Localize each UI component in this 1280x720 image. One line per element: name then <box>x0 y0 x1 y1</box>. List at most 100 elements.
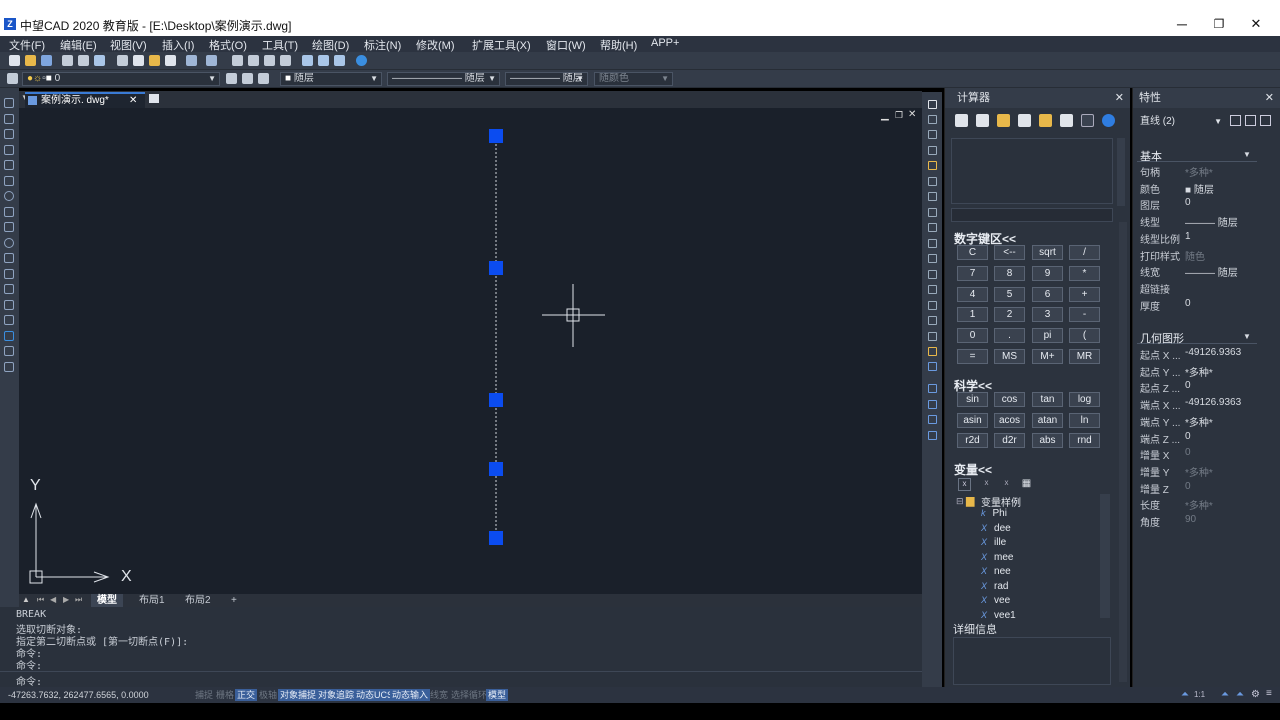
grip-handle[interactable] <box>489 261 503 275</box>
prop-value[interactable]: 0 <box>1185 431 1191 442</box>
grip-handle[interactable] <box>489 462 503 476</box>
menu-tools[interactable]: 工具(T) <box>262 37 298 53</box>
array-icon[interactable] <box>928 161 937 170</box>
key-atan[interactable]: atan <box>1032 413 1063 428</box>
key-open-paren[interactable]: ( <box>1069 328 1100 343</box>
get-coordinates-icon[interactable] <box>1018 114 1031 127</box>
grid-toggle[interactable]: 栅格 <box>214 689 236 701</box>
save-icon[interactable] <box>41 55 52 66</box>
layer-state-icon[interactable] <box>258 73 269 84</box>
menu-file[interactable]: 文件(F) <box>9 37 45 53</box>
key-equals[interactable]: = <box>957 349 988 364</box>
tab-model[interactable]: 模型 <box>91 594 123 607</box>
copy-object-icon[interactable] <box>928 115 937 124</box>
key-memory-add[interactable]: M+ <box>1032 349 1063 364</box>
layer-previous-icon[interactable] <box>242 73 253 84</box>
grip-handle[interactable] <box>489 393 503 407</box>
prop-value[interactable]: 随色 <box>1185 248 1205 263</box>
new-variable-icon[interactable]: x <box>958 478 971 491</box>
construction-line-icon[interactable] <box>4 114 14 124</box>
layer-manager-icon[interactable] <box>7 73 18 84</box>
key-0[interactable]: 0 <box>957 328 988 343</box>
stretch-icon[interactable] <box>928 223 937 232</box>
otrack-toggle[interactable]: 对象追踪 <box>316 689 357 701</box>
table-icon[interactable] <box>4 346 14 356</box>
first-tab-icon[interactable]: ⏮ <box>37 595 44 605</box>
key-6[interactable]: 6 <box>1032 287 1063 302</box>
tool-palette-icon[interactable] <box>334 55 345 66</box>
key-3[interactable]: 3 <box>1032 307 1063 322</box>
osnap-toggle[interactable]: 对象捕捉 <box>278 689 319 701</box>
paste-to-command-icon[interactable] <box>997 114 1010 127</box>
publish-icon[interactable] <box>94 55 105 66</box>
command-prompt-input[interactable]: 命令: <box>16 673 42 688</box>
menu-format[interactable]: 格式(O) <box>209 37 247 53</box>
key-clear[interactable]: C <box>957 245 988 260</box>
help-icon[interactable] <box>1102 114 1115 127</box>
key-decimal[interactable]: . <box>994 328 1025 343</box>
plotstyle-dropdown[interactable]: 随颜色 ▼ <box>594 72 673 86</box>
add-layout-button[interactable]: + <box>225 594 243 607</box>
prop-value[interactable]: ——— 随层 <box>1185 214 1238 229</box>
new-file-icon[interactable] <box>9 55 20 66</box>
linetype-dropdown[interactable]: ——————— 随层 ▼ <box>387 72 500 86</box>
redo-icon[interactable] <box>206 55 217 66</box>
lineweight-dropdown[interactable]: ————— 随层 ▼ <box>505 72 588 86</box>
close-calculator-icon[interactable]: ✕ <box>1115 88 1124 108</box>
calculator-variable-icon[interactable]: ▦ <box>1020 478 1033 491</box>
prop-value[interactable]: *多种* <box>1185 364 1213 379</box>
offset-icon[interactable] <box>928 146 937 155</box>
multiline-text-icon[interactable] <box>4 362 14 372</box>
key-cos[interactable]: cos <box>994 392 1025 407</box>
circle-icon[interactable] <box>4 191 14 201</box>
variable-item[interactable]: Xdee <box>981 523 1011 534</box>
close-button[interactable]: ✕ <box>1246 14 1266 34</box>
geometry-section-header[interactable]: 几何图形 ▼ <box>1137 330 1257 345</box>
variable-folder[interactable]: 变量样例 <box>981 494 1021 509</box>
variable-item[interactable]: Xille <box>981 537 1006 548</box>
basic-section-header[interactable]: 基本 ▼ <box>1137 148 1257 163</box>
key-divide[interactable]: / <box>1069 245 1100 260</box>
color-dropdown[interactable]: ■ 随层 ▼ <box>280 72 382 86</box>
prop-value[interactable]: ■ 随层 <box>1185 181 1214 196</box>
key-r2d[interactable]: r2d <box>957 433 988 448</box>
copy-icon[interactable] <box>133 55 144 66</box>
delete-variable-icon[interactable]: x <box>1000 478 1013 491</box>
key-1[interactable]: 1 <box>957 307 988 322</box>
prop-value[interactable]: 0 <box>1185 197 1191 208</box>
key-5[interactable]: 5 <box>994 287 1025 302</box>
key-ln[interactable]: ln <box>1069 413 1100 428</box>
annotation-visibility-icon[interactable]: ⏶ <box>1221 689 1229 700</box>
ducs-toggle[interactable]: 动态UCS <box>354 689 396 701</box>
ucs-object-icon[interactable] <box>928 400 937 409</box>
collapse-icon[interactable]: ⊟ <box>956 496 964 507</box>
close-tab-icon[interactable]: ✕ <box>129 94 137 107</box>
last-tab-icon[interactable]: ⏭ <box>75 595 82 605</box>
zoom-realtime-icon[interactable] <box>248 55 259 66</box>
menu-view[interactable]: 视图(V) <box>110 37 147 53</box>
variable-item[interactable]: Xvee <box>981 595 1010 606</box>
menu-dimension[interactable]: 标注(N) <box>364 37 401 53</box>
model-space-toggle[interactable]: 模型 <box>486 689 509 701</box>
grip-handle[interactable] <box>489 129 503 143</box>
selection-cycling-toggle[interactable]: 选择循环 <box>449 689 489 701</box>
prop-value[interactable]: 0 <box>1185 380 1191 391</box>
menu-window[interactable]: 窗口(W) <box>546 37 586 53</box>
make-current-layer-icon[interactable] <box>226 73 237 84</box>
prev-tab-icon[interactable]: ◀ <box>50 595 56 604</box>
new-tab-icon[interactable] <box>149 94 159 103</box>
intersection-icon[interactable] <box>1081 114 1094 127</box>
polygon-icon[interactable] <box>4 145 14 155</box>
polar-toggle[interactable]: 极轴 <box>257 689 279 701</box>
design-center-icon[interactable] <box>318 55 329 66</box>
close-properties-icon[interactable]: ✕ <box>1265 88 1274 108</box>
ucs-world-icon[interactable] <box>928 384 937 393</box>
cut-icon[interactable] <box>117 55 128 66</box>
menu-modify[interactable]: 修改(M) <box>416 37 455 53</box>
join-icon[interactable] <box>928 301 937 310</box>
ellipse-icon[interactable] <box>4 238 14 248</box>
undo-icon[interactable] <box>186 55 197 66</box>
tab-nav-up-icon[interactable]: ▲ <box>22 595 30 604</box>
tab-layout2[interactable]: 布局2 <box>179 594 217 607</box>
key-multiply[interactable]: * <box>1069 266 1100 281</box>
